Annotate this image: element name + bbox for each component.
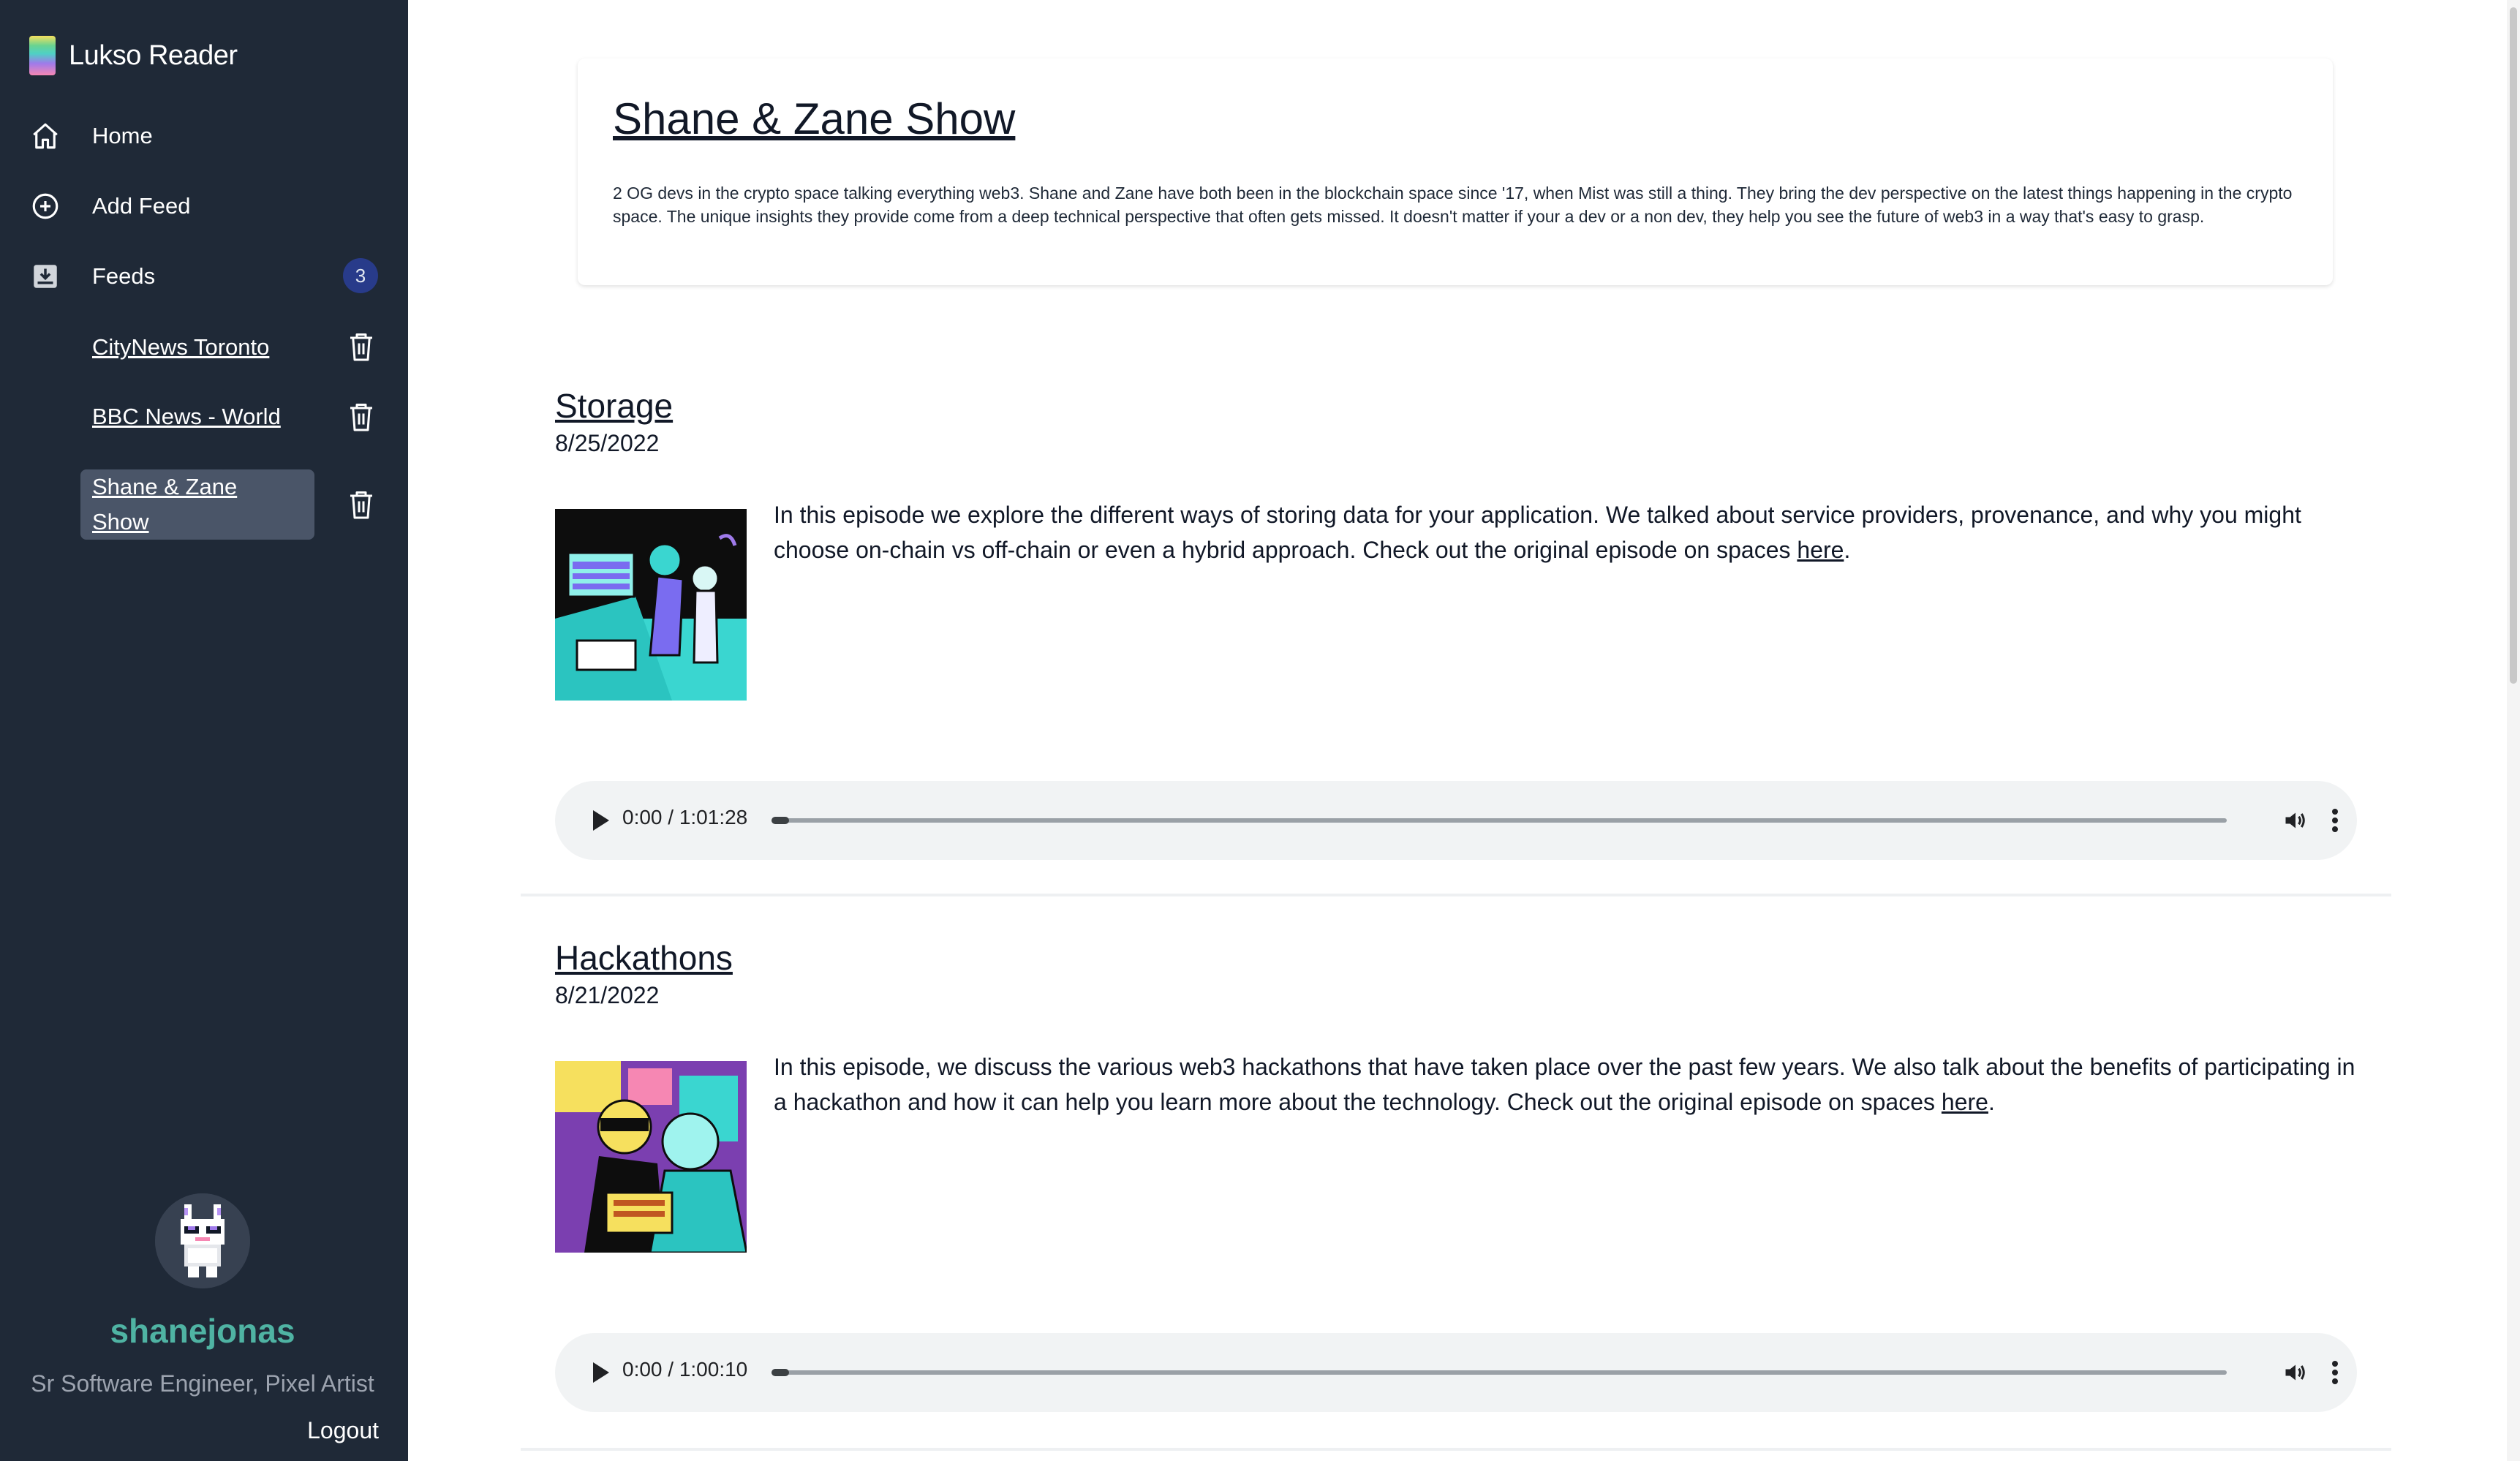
inbox-download-icon bbox=[29, 260, 61, 292]
nav-add-feed[interactable]: Add Feed bbox=[29, 186, 190, 227]
plus-circle-icon bbox=[29, 190, 61, 222]
trash-icon[interactable] bbox=[345, 399, 377, 434]
volume-icon[interactable] bbox=[2282, 807, 2309, 837]
feed-link-bbc-news-world[interactable]: BBC News - World bbox=[92, 399, 281, 434]
episode-description: In this episode, we discuss the various … bbox=[774, 1049, 2361, 1120]
audio-progress-track[interactable] bbox=[772, 818, 2227, 823]
sidebar: Lukso Reader Home Add Feed Feeds 3 CityN… bbox=[0, 0, 408, 1461]
audio-time: 0:00 / 1:01:28 bbox=[622, 806, 748, 828]
trash-icon[interactable] bbox=[345, 487, 377, 522]
feeds-count-badge: 3 bbox=[343, 258, 378, 293]
scrollbar-thumb[interactable] bbox=[2510, 7, 2517, 684]
nav-home-label: Home bbox=[92, 123, 153, 148]
episode-title[interactable]: Storage bbox=[555, 386, 673, 426]
audio-progress-knob[interactable] bbox=[772, 817, 789, 824]
volume-icon[interactable] bbox=[2282, 1359, 2309, 1389]
episode-item: Storage 8/25/2022 In this episode we exp… bbox=[521, 380, 2391, 899]
avatar bbox=[155, 1193, 250, 1288]
episode-spaces-link[interactable]: here bbox=[1797, 537, 1844, 563]
episode-thumbnail bbox=[555, 1061, 747, 1253]
show-title[interactable]: Shane & Zane Show bbox=[613, 94, 1015, 144]
episode-description: In this episode we explore the different… bbox=[774, 497, 2361, 567]
brand-logo bbox=[29, 36, 56, 75]
nav-feeds-label: Feeds bbox=[92, 263, 156, 289]
episode-description-text: In this episode, we discuss the various … bbox=[774, 1054, 2355, 1115]
episode-spaces-link[interactable]: here bbox=[1942, 1089, 1988, 1115]
trash-icon[interactable] bbox=[345, 329, 377, 364]
username: shanejonas bbox=[110, 1312, 295, 1350]
feed-link-citynews-toronto[interactable]: CityNews Toronto bbox=[92, 330, 269, 365]
play-icon[interactable] bbox=[589, 807, 612, 837]
brand-name: Lukso Reader bbox=[69, 39, 238, 71]
play-icon[interactable] bbox=[589, 1359, 612, 1389]
audio-progress-track[interactable] bbox=[772, 1370, 2227, 1375]
episode-date: 8/21/2022 bbox=[555, 982, 660, 1008]
brand[interactable]: Lukso Reader bbox=[29, 35, 238, 76]
nav-feeds[interactable]: Feeds bbox=[29, 256, 155, 297]
audio-player: 0:00 / 1:01:28 bbox=[555, 781, 2357, 860]
feed-link-shane-zane-show[interactable]: Shane & Zane Show bbox=[92, 469, 268, 540]
audio-time: 0:00 / 1:00:10 bbox=[622, 1358, 748, 1381]
user-title: Sr Software Engineer, Pixel Artist bbox=[31, 1370, 374, 1397]
episode-date: 8/25/2022 bbox=[555, 430, 660, 456]
home-icon bbox=[29, 120, 61, 152]
episode-description-text: In this episode we explore the different… bbox=[774, 502, 2301, 563]
logout-button[interactable]: Logout bbox=[307, 1417, 379, 1444]
episode-divider bbox=[521, 894, 2391, 896]
more-vertical-icon[interactable] bbox=[2328, 1358, 2342, 1391]
episode-thumbnail bbox=[555, 509, 747, 701]
audio-player: 0:00 / 1:00:10 bbox=[555, 1333, 2357, 1412]
more-vertical-icon[interactable] bbox=[2328, 806, 2342, 839]
show-header-card: Shane & Zane Show 2 OG devs in the crypt… bbox=[578, 58, 2333, 285]
nav-add-feed-label: Add Feed bbox=[92, 193, 191, 219]
nav-home[interactable]: Home bbox=[29, 116, 153, 156]
episode-divider bbox=[521, 1448, 2391, 1451]
episode-description-suffix: . bbox=[1844, 537, 1851, 563]
show-description: 2 OG devs in the crypto space talking ev… bbox=[613, 184, 2293, 226]
episode-title[interactable]: Hackathons bbox=[555, 938, 733, 978]
episode-description-suffix: . bbox=[1988, 1089, 1995, 1115]
audio-progress-knob[interactable] bbox=[772, 1369, 789, 1376]
episode-item: Hackathons 8/21/2022 In this episode, we… bbox=[521, 932, 2391, 1461]
